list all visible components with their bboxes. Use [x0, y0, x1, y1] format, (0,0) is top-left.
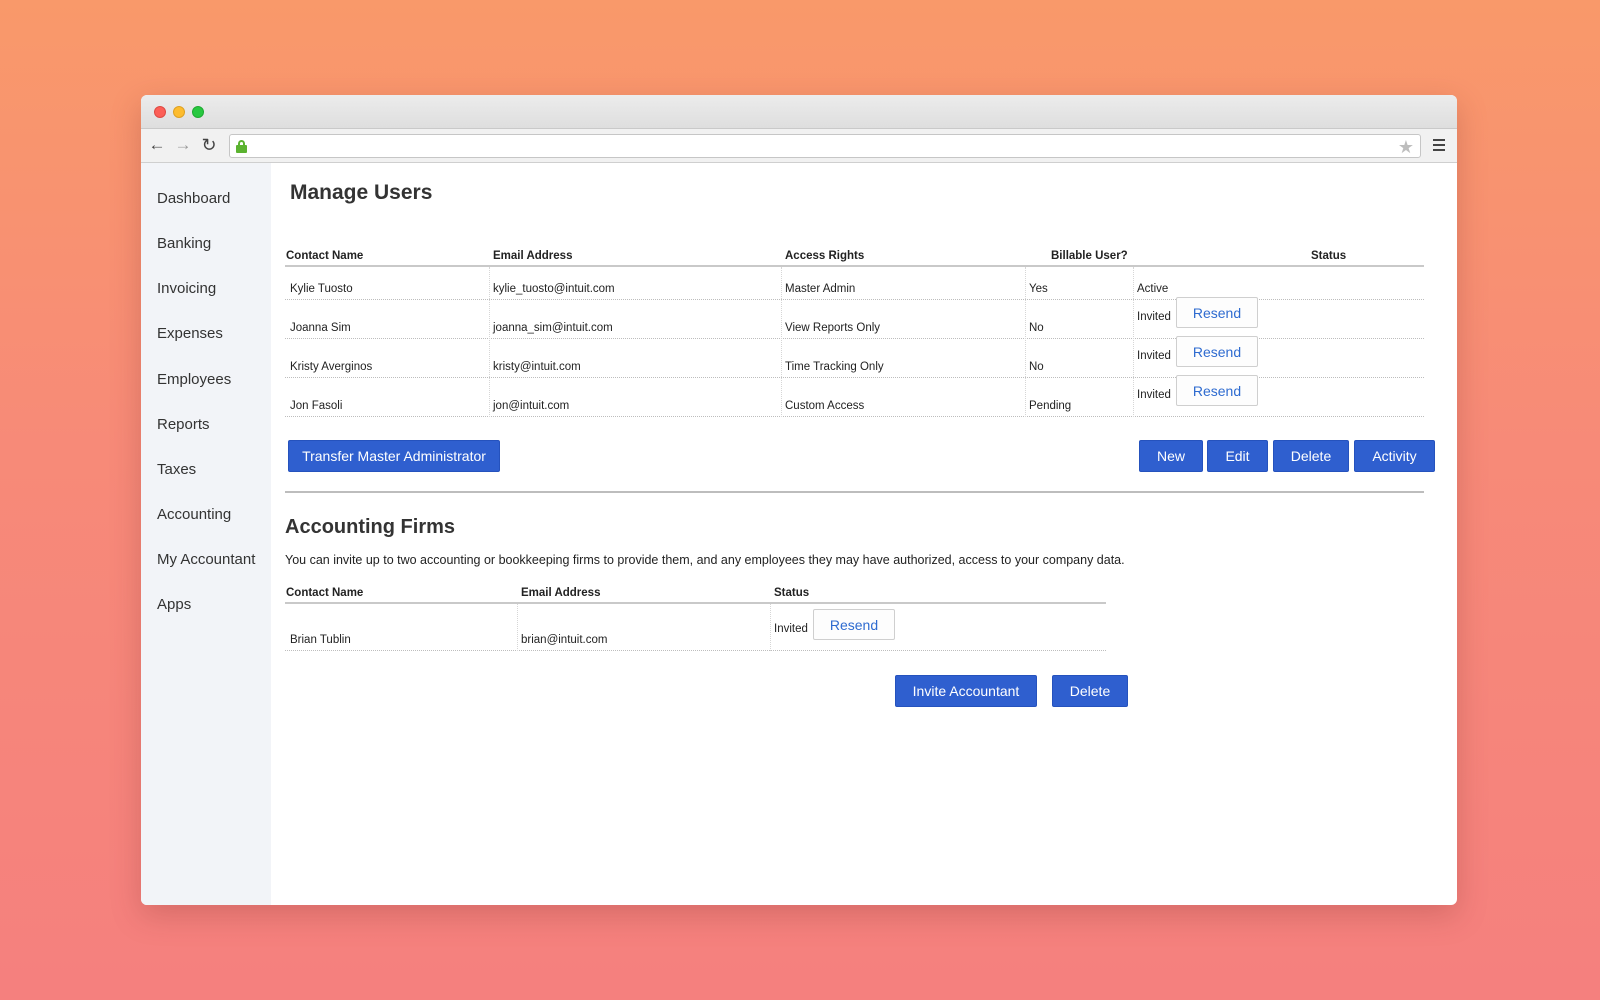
sidebar: Dashboard Banking Invoicing Expenses Emp… — [141, 163, 271, 905]
sidebar-item-dashboard[interactable]: Dashboard — [157, 190, 230, 207]
firm-column-header-contact-name: Contact Name — [286, 587, 364, 599]
address-bar[interactable]: ★ — [229, 134, 1421, 158]
sidebar-item-employees[interactable]: Employees — [157, 371, 231, 388]
sidebar-item-accounting[interactable]: Accounting — [157, 506, 231, 523]
back-arrow-icon[interactable]: ← — [148, 136, 166, 154]
column-header-status: Status — [1311, 250, 1347, 262]
firm-row-divider — [285, 650, 1106, 651]
column-header-email-address: Email Address — [493, 250, 573, 262]
column-separator — [489, 267, 490, 417]
forward-arrow-icon[interactable]: → — [174, 136, 192, 154]
user-billable-cell: No — [1029, 322, 1044, 334]
page-title: Manage Users — [290, 181, 433, 204]
sidebar-item-expenses[interactable]: Expenses — [157, 325, 223, 342]
user-billable-cell: Yes — [1029, 283, 1048, 295]
firm-status-cell: Invited — [774, 623, 808, 635]
resend-firm-invite-button[interactable]: Resend — [813, 609, 895, 640]
transfer-master-admin-button[interactable]: Transfer Master Administrator — [288, 440, 500, 472]
column-header-contact-name: Contact Name — [286, 250, 364, 262]
resend-invite-button[interactable]: Resend — [1176, 375, 1258, 406]
sidebar-item-invoicing[interactable]: Invoicing — [157, 280, 216, 297]
column-header-access-rights: Access Rights — [785, 250, 865, 262]
user-name-cell: Jon Fasoli — [290, 400, 343, 412]
firm-column-header-status: Status — [774, 587, 810, 599]
browser-window: ← → ↻ ★ Dashboard Banking Invoicing Expe… — [141, 95, 1457, 905]
row-divider — [285, 416, 1424, 417]
user-email-cell: kristy@intuit.com — [493, 361, 581, 373]
maximize-window-button[interactable] — [192, 106, 204, 118]
sidebar-item-banking[interactable]: Banking — [157, 235, 211, 252]
reload-icon[interactable]: ↻ — [200, 136, 218, 154]
title-bar — [141, 95, 1457, 129]
column-separator — [1025, 267, 1026, 417]
firm-column-header-email-address: Email Address — [521, 587, 601, 599]
bookmark-star-icon[interactable]: ★ — [1398, 136, 1414, 158]
user-email-cell: jon@intuit.com — [493, 400, 570, 412]
user-billable-cell: Pending — [1029, 400, 1072, 412]
resend-invite-button[interactable]: Resend — [1176, 336, 1258, 367]
new-user-button[interactable]: New — [1139, 440, 1203, 472]
column-separator — [781, 267, 782, 417]
user-status-cell: Invited — [1137, 350, 1171, 362]
browser-toolbar: ← → ↻ ★ — [141, 129, 1457, 163]
edit-user-button[interactable]: Edit — [1207, 440, 1268, 472]
column-separator — [517, 604, 518, 651]
accounting-firms-description: You can invite up to two accounting or b… — [285, 553, 1125, 567]
user-access-cell: Custom Access — [785, 400, 865, 412]
sidebar-item-my-accountant[interactable]: My Accountant — [157, 551, 255, 568]
user-name-cell: Kylie Tuosto — [290, 283, 353, 295]
activity-button[interactable]: Activity — [1354, 440, 1435, 472]
page-content: Dashboard Banking Invoicing Expenses Emp… — [141, 163, 1457, 905]
column-separator — [1133, 267, 1134, 417]
user-email-cell: joanna_sim@intuit.com — [493, 322, 613, 334]
invite-accountant-button[interactable]: Invite Accountant — [895, 675, 1037, 707]
accounting-firms-title: Accounting Firms — [285, 516, 456, 538]
section-divider — [285, 491, 1424, 493]
user-name-cell: Joanna Sim — [290, 322, 351, 334]
user-status-cell: Active — [1137, 283, 1169, 295]
sidebar-item-reports[interactable]: Reports — [157, 416, 210, 433]
delete-firm-button[interactable]: Delete — [1052, 675, 1128, 707]
user-access-cell: Time Tracking Only — [785, 361, 884, 373]
hamburger-menu-icon[interactable] — [1433, 139, 1445, 151]
user-email-cell: kylie_tuosto@intuit.com — [493, 283, 615, 295]
firm-email-cell: brian@intuit.com — [521, 634, 608, 646]
user-status-cell: Invited — [1137, 311, 1171, 323]
main-panel: Manage Users Contact Name Email Address … — [271, 163, 1457, 905]
user-name-cell: Kristy Averginos — [290, 361, 373, 373]
minimize-window-button[interactable] — [173, 106, 185, 118]
sidebar-item-apps[interactable]: Apps — [157, 596, 191, 613]
user-billable-cell: No — [1029, 361, 1044, 373]
column-header-billable-user: Billable User? — [1051, 250, 1128, 262]
resend-invite-button[interactable]: Resend — [1176, 297, 1258, 328]
lock-icon — [236, 140, 247, 153]
firm-table-header-divider — [285, 602, 1106, 604]
user-status-cell: Invited — [1137, 389, 1171, 401]
firm-name-cell: Brian Tublin — [290, 634, 351, 646]
sidebar-item-taxes[interactable]: Taxes — [157, 461, 196, 478]
close-window-button[interactable] — [154, 106, 166, 118]
column-separator — [770, 604, 771, 651]
table-header-divider — [285, 265, 1424, 267]
user-access-cell: Master Admin — [785, 283, 856, 295]
user-access-cell: View Reports Only — [785, 322, 881, 334]
delete-user-button[interactable]: Delete — [1273, 440, 1349, 472]
